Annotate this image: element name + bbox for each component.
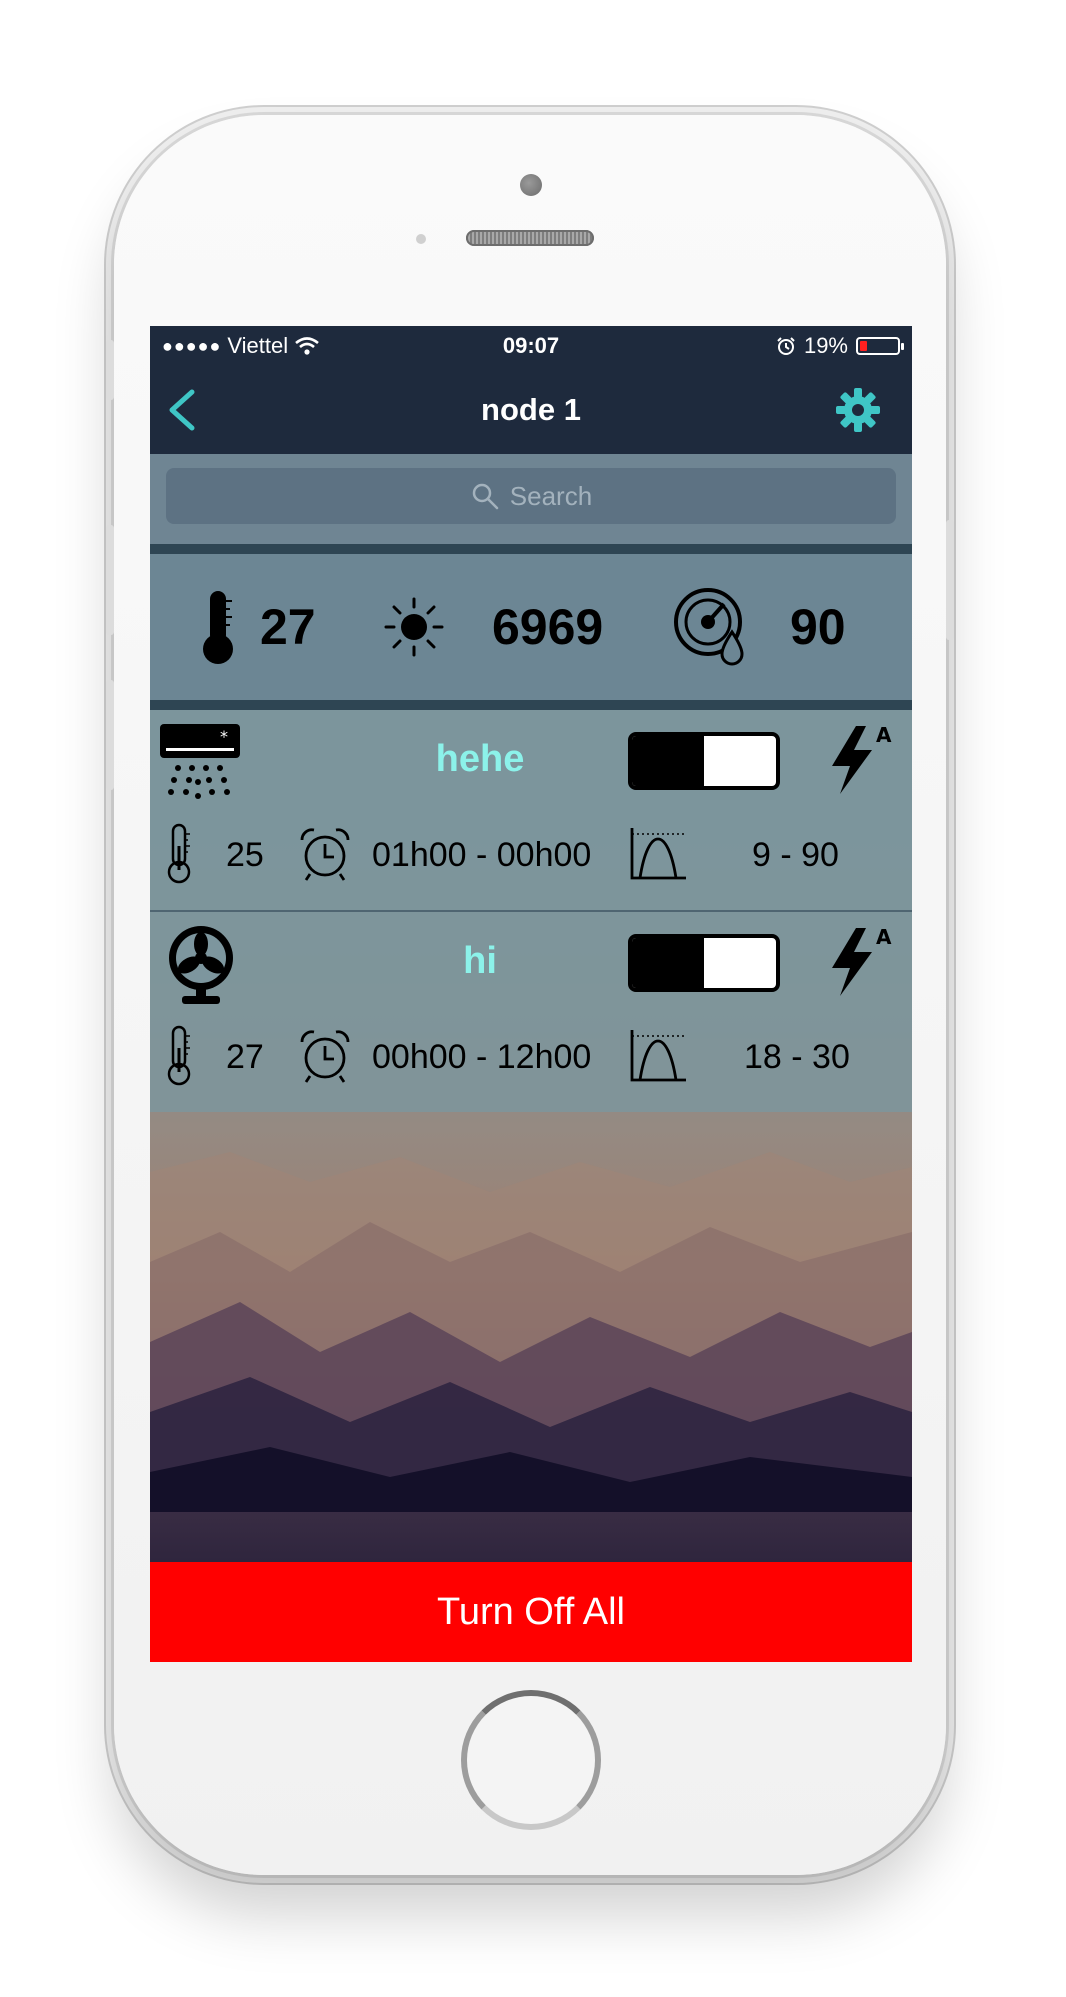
sensor-summary: 27 6969 90 — [150, 554, 912, 700]
device-power-toggle[interactable] — [628, 934, 780, 992]
toggle-knob — [632, 736, 704, 786]
air-conditioner-icon: * — [160, 724, 240, 799]
search-placeholder: Search — [509, 480, 593, 511]
search-bar: Search — [150, 454, 912, 544]
mountain-background — [150, 1152, 912, 1512]
device-card[interactable]: * hehe A 25 01h00 - 00h00 9 - 90 — [150, 710, 912, 910]
device-name: hi — [463, 940, 497, 982]
volume-up-button — [106, 525, 114, 635]
svg-text:A: A — [876, 925, 892, 949]
search-input[interactable]: Search — [166, 468, 896, 524]
temperature-value: 27 — [260, 599, 316, 655]
battery-level — [860, 341, 867, 351]
search-icon — [472, 483, 499, 510]
alarm-clock-icon — [300, 1030, 350, 1083]
gear-icon[interactable] — [834, 386, 882, 434]
schedule-time: 01h00 - 00h00 — [372, 836, 592, 874]
sensor-humidity: 90 — [672, 554, 846, 700]
curve-range-icon — [630, 828, 686, 880]
power-current-icon: A — [832, 925, 892, 996]
navigation-bar: node 1 — [150, 366, 912, 454]
sensor-light: 6969 — [382, 554, 603, 700]
battery-icon — [856, 337, 904, 355]
humidity-gauge-icon — [674, 588, 744, 666]
alarm-clock-icon — [300, 828, 350, 881]
device-details: 27 00h00 - 12h00 18 - 30 — [150, 1025, 912, 1088]
device-details: 25 01h00 - 00h00 9 - 90 — [150, 823, 912, 886]
home-button[interactable] — [461, 1690, 601, 1830]
range-value: 18 - 30 — [744, 1038, 850, 1076]
thermometer-icon — [167, 823, 191, 884]
page-title: node 1 — [481, 392, 581, 427]
humidity-value: 90 — [790, 599, 846, 655]
app-screen: ●●●●● Viettel 09:07 19% node 1 Search 27… — [150, 326, 912, 1662]
svg-text:A: A — [876, 723, 892, 747]
thermometer-icon — [167, 1025, 191, 1086]
earpiece-speaker — [466, 230, 594, 246]
silent-switch — [106, 340, 114, 400]
target-temperature: 27 — [226, 1038, 264, 1076]
power-button — [946, 520, 954, 640]
sun-icon — [384, 597, 444, 657]
device-card[interactable]: hi A 27 00h00 - 12h00 18 - 30 — [150, 912, 912, 1112]
power-current-icon: A — [832, 723, 892, 794]
status-right: 19% — [776, 333, 904, 359]
divider — [150, 700, 912, 710]
fan-icon — [169, 926, 233, 1004]
device-power-toggle[interactable] — [628, 732, 780, 790]
target-temperature: 25 — [226, 836, 264, 874]
volume-down-button — [106, 680, 114, 790]
sensor-temperature: 27 — [198, 554, 316, 700]
thermometer-icon — [203, 591, 233, 664]
range-value: 9 - 90 — [752, 836, 839, 874]
divider — [150, 544, 912, 554]
light-value: 6969 — [492, 599, 604, 655]
turn-off-all-button[interactable]: Turn Off All — [150, 1562, 912, 1662]
toggle-knob — [632, 938, 704, 988]
battery-percent: 19% — [803, 333, 848, 358]
proximity-sensor — [416, 234, 426, 244]
schedule-time: 00h00 - 12h00 — [372, 1038, 592, 1076]
device-name: hehe — [435, 738, 525, 780]
front-camera — [520, 174, 542, 196]
svg-text:*: * — [220, 727, 228, 746]
status-bar: ●●●●● Viettel 09:07 19% — [150, 326, 912, 366]
curve-range-icon — [630, 1030, 686, 1082]
alarm-icon — [777, 337, 795, 355]
